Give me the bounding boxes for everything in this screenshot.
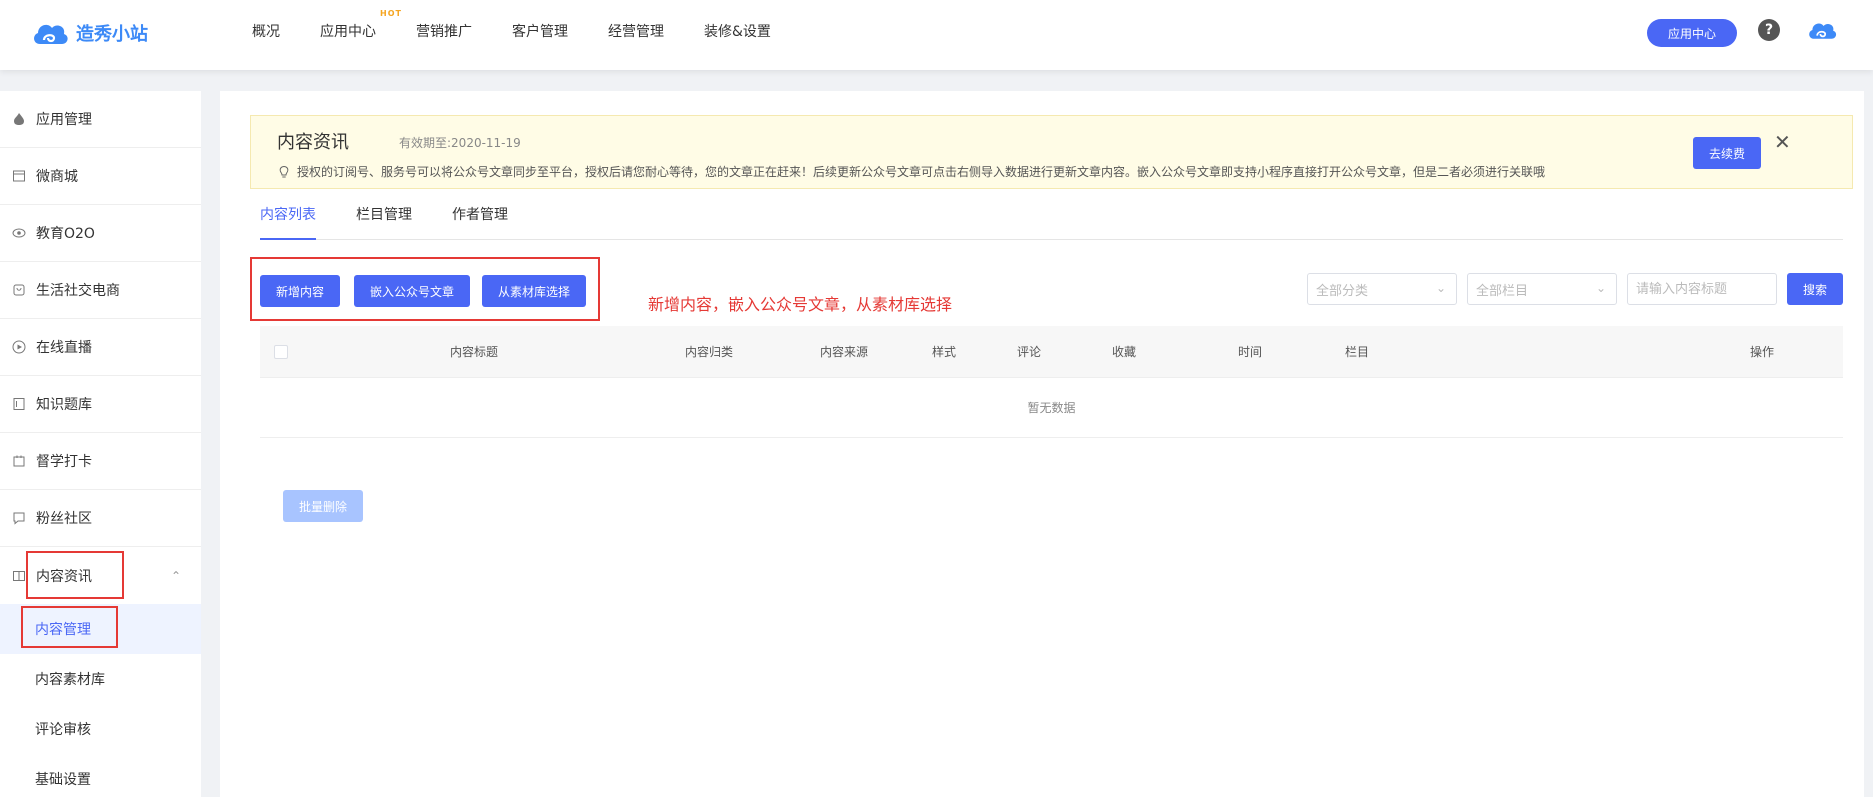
chevron-down-icon: ⌄ bbox=[1595, 281, 1606, 295]
brand-logo[interactable]: 造秀小站 bbox=[30, 18, 148, 48]
main-nav: 概况 应用中心 HOT 营销推广 客户管理 经营管理 装修&设置 bbox=[252, 0, 811, 62]
nav-marketing[interactable]: 营销推广 bbox=[416, 21, 472, 41]
sidebar-subitem-comment-review[interactable]: 评论审核 bbox=[0, 704, 201, 754]
notice-title: 内容资讯 bbox=[277, 132, 349, 153]
sidebar-item-live[interactable]: 在线直播 bbox=[0, 319, 201, 376]
sidebar-subitem-material-library[interactable]: 内容素材库 bbox=[0, 654, 201, 704]
sidebar-item-label: 粉丝社区 bbox=[36, 511, 92, 527]
highlight-box-actions bbox=[250, 257, 600, 321]
column-select-value: 全部栏目 bbox=[1476, 283, 1529, 299]
sidebar-item-app-management[interactable]: 应用管理 bbox=[0, 91, 201, 148]
nav-overview[interactable]: 概况 bbox=[252, 21, 280, 41]
highlight-box-content-news bbox=[26, 551, 124, 599]
sidebar-item-checkin[interactable]: 督学打卡 bbox=[0, 433, 201, 490]
col-comments: 评论 bbox=[1017, 345, 1042, 359]
cloud-user-icon[interactable] bbox=[1806, 17, 1838, 43]
sidebar-item-education[interactable]: 教育O2O bbox=[0, 205, 201, 262]
col-actions: 操作 bbox=[1750, 345, 1775, 359]
sidebar-item-label: 在线直播 bbox=[36, 340, 92, 356]
flame-icon bbox=[12, 112, 26, 126]
sidebar-item-fan-community[interactable]: 粉丝社区 bbox=[0, 490, 201, 547]
tab-content-list[interactable]: 内容列表 bbox=[260, 204, 316, 240]
notice-expire-date: 有效期至:2020-11-19 bbox=[399, 136, 521, 150]
category-select[interactable]: 全部分类 ⌄ bbox=[1307, 273, 1457, 305]
nav-customers[interactable]: 客户管理 bbox=[512, 21, 568, 41]
bag-icon bbox=[12, 283, 26, 297]
notice-description-text: 授权的订阅号、服务号可以将公众号文章同步至平台，授权后请您耐心等待，您的文章正在… bbox=[297, 165, 1546, 179]
sidebar-item-label: 教育O2O bbox=[36, 226, 95, 242]
lightbulb-icon bbox=[279, 165, 289, 177]
sidebar-item-social-commerce[interactable]: 生活社交电商 bbox=[0, 262, 201, 319]
close-icon[interactable]: ✕ bbox=[1774, 130, 1791, 154]
store-icon bbox=[12, 169, 26, 183]
col-source: 内容来源 bbox=[820, 345, 869, 359]
brand-name: 造秀小站 bbox=[76, 24, 148, 45]
sidebar-subitem-basic-settings[interactable]: 基础设置 bbox=[0, 754, 201, 797]
notice-description: 授权的订阅号、服务号可以将公众号文章同步至平台，授权后请您耐心等待，您的文章正在… bbox=[277, 163, 1545, 180]
book-icon bbox=[12, 397, 26, 411]
cloud-logo-icon bbox=[34, 24, 68, 44]
batch-delete-button: 批量删除 bbox=[283, 490, 363, 522]
sidebar-item-label: 应用管理 bbox=[36, 112, 92, 128]
category-select-value: 全部分类 bbox=[1316, 283, 1369, 299]
play-icon bbox=[12, 340, 26, 354]
sidebar-item-label: 生活社交电商 bbox=[36, 283, 120, 299]
app-center-button[interactable]: 应用中心 bbox=[1647, 19, 1737, 47]
chevron-down-icon: ⌄ bbox=[1435, 281, 1446, 295]
page-scrollbar[interactable] bbox=[1864, 70, 1873, 797]
empty-text: 暂无数据 bbox=[1027, 401, 1076, 415]
col-column: 栏目 bbox=[1345, 345, 1370, 359]
highlight-box-content-management bbox=[21, 606, 118, 648]
search-button[interactable]: 搜索 bbox=[1787, 273, 1843, 305]
help-icon[interactable]: ? bbox=[1758, 19, 1780, 41]
col-favorites: 收藏 bbox=[1112, 345, 1137, 359]
nav-app-center-label: 应用中心 bbox=[320, 24, 376, 40]
chevron-up-icon[interactable]: ⌃ bbox=[171, 569, 181, 583]
top-header: 造秀小站 概况 应用中心 HOT 营销推广 客户管理 经营管理 装修&设置 应用… bbox=[0, 0, 1873, 70]
chat-icon bbox=[12, 511, 26, 525]
content-tabs: 内容列表 栏目管理 作者管理 bbox=[260, 204, 1843, 240]
sidebar-item-label: 知识题库 bbox=[36, 397, 92, 413]
tab-column-management[interactable]: 栏目管理 bbox=[356, 204, 412, 240]
sidebar: 应用管理 微商城 教育O2O 生活社交电商 在线直播 知识题库 督学打卡 粉丝社… bbox=[0, 91, 201, 797]
sidebar-item-label: 微商城 bbox=[36, 169, 78, 185]
open-book-icon bbox=[12, 569, 26, 583]
table-empty-row: 暂无数据 bbox=[260, 378, 1843, 438]
table-header: 内容标题 内容归类 内容来源 样式 评论 收藏 时间 栏目 操作 bbox=[260, 326, 1843, 378]
eye-icon bbox=[12, 226, 26, 240]
col-title: 内容标题 bbox=[450, 345, 499, 359]
renew-button[interactable]: 去续费 bbox=[1693, 137, 1761, 169]
nav-settings[interactable]: 装修&设置 bbox=[704, 21, 771, 41]
tab-author-management[interactable]: 作者管理 bbox=[452, 204, 508, 240]
sidebar-item-label: 督学打卡 bbox=[36, 454, 92, 470]
notice-banner: 内容资讯 有效期至:2020-11-19 授权的订阅号、服务号可以将公众号文章同… bbox=[250, 115, 1853, 189]
select-all-checkbox[interactable] bbox=[274, 345, 288, 359]
search-input[interactable] bbox=[1627, 273, 1777, 305]
sidebar-item-mall[interactable]: 微商城 bbox=[0, 148, 201, 205]
hot-badge: HOT bbox=[380, 9, 402, 18]
calendar-icon bbox=[12, 454, 26, 468]
annotation-text: 新增内容，嵌入公众号文章，从素材库选择 bbox=[648, 295, 953, 314]
col-time: 时间 bbox=[1238, 345, 1263, 359]
nav-app-center[interactable]: 应用中心 HOT bbox=[320, 9, 401, 41]
column-select[interactable]: 全部栏目 ⌄ bbox=[1467, 273, 1617, 305]
nav-operations[interactable]: 经营管理 bbox=[608, 21, 664, 41]
col-category: 内容归类 bbox=[685, 345, 734, 359]
sidebar-item-question-bank[interactable]: 知识题库 bbox=[0, 376, 201, 433]
col-style: 样式 bbox=[932, 345, 957, 359]
main-content: 内容资讯 有效期至:2020-11-19 授权的订阅号、服务号可以将公众号文章同… bbox=[220, 91, 1873, 797]
